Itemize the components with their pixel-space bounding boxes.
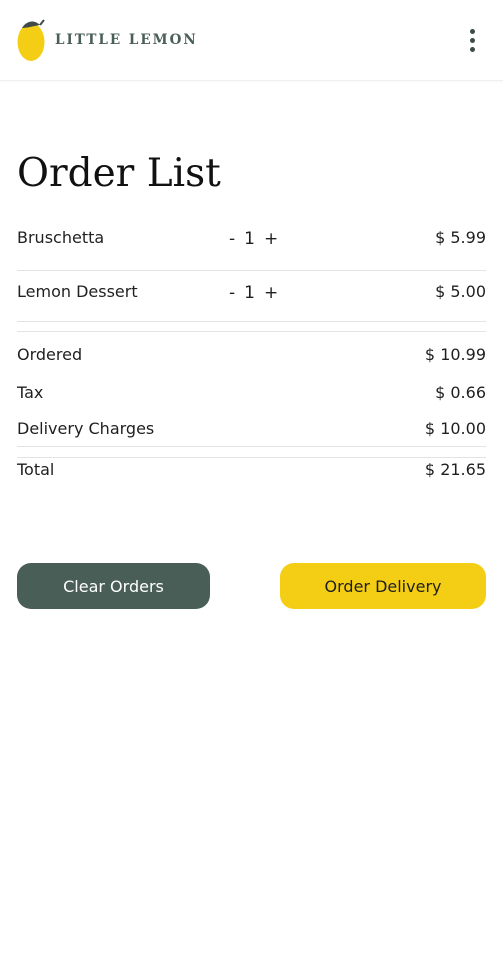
ordered-value: $ 10.99	[424, 345, 486, 364]
quantity-value: 1	[244, 283, 255, 303]
order-summary: Ordered $ 10.99 Tax $ 0.66 Delivery Char…	[17, 332, 486, 442]
total-label: Total	[17, 460, 55, 479]
order-main: Order List Bruschetta - 1 + $ 5.99 Lemon…	[17, 148, 486, 482]
summary-tax: Tax $ 0.66	[17, 370, 486, 406]
divider	[17, 446, 486, 458]
order-item: Lemon Dessert - 1 + $ 5.00	[17, 271, 486, 322]
clear-orders-button[interactable]: Clear Orders	[17, 563, 210, 609]
quantity-stepper: - 1 +	[229, 283, 278, 303]
quantity-stepper: - 1 +	[229, 229, 278, 249]
quantity-value: 1	[244, 229, 255, 249]
app-header: LITTLE LEMON	[0, 0, 503, 81]
delivery-charges-label: Delivery Charges	[17, 419, 155, 438]
kebab-menu-icon	[469, 28, 475, 34]
page-title: Order List	[17, 151, 221, 196]
ordered-label: Ordered	[17, 345, 83, 364]
order-items-list: Bruschetta - 1 + $ 5.99 Lemon Dessert - …	[17, 217, 486, 322]
order-item: Bruschetta - 1 + $ 5.99	[17, 217, 486, 271]
decrement-button[interactable]: -	[229, 283, 235, 303]
delivery-charges-value: $ 10.00	[424, 419, 486, 438]
decrement-button[interactable]: -	[229, 229, 235, 249]
increment-button[interactable]: +	[264, 229, 278, 249]
brand-logo[interactable]: LITTLE LEMON	[16, 16, 198, 64]
total-value: $ 21.65	[424, 460, 486, 479]
order-delivery-button[interactable]: Order Delivery	[280, 563, 486, 609]
tax-value: $ 0.66	[435, 383, 486, 402]
item-name: Bruschetta	[17, 228, 105, 247]
brand-name: LITTLE LEMON	[55, 32, 198, 48]
summary-ordered: Ordered $ 10.99	[17, 332, 486, 370]
lemon-logo-icon	[17, 19, 45, 61]
menu-button[interactable]	[462, 24, 482, 56]
item-price: $ 5.99	[435, 228, 486, 247]
divider	[17, 322, 486, 332]
increment-button[interactable]: +	[264, 283, 278, 303]
item-name: Lemon Dessert	[17, 282, 138, 301]
item-price: $ 5.00	[435, 282, 486, 301]
summary-delivery: Delivery Charges $ 10.00	[17, 406, 486, 442]
tax-label: Tax	[17, 383, 44, 402]
summary-total: Total $ 21.65	[17, 458, 486, 482]
